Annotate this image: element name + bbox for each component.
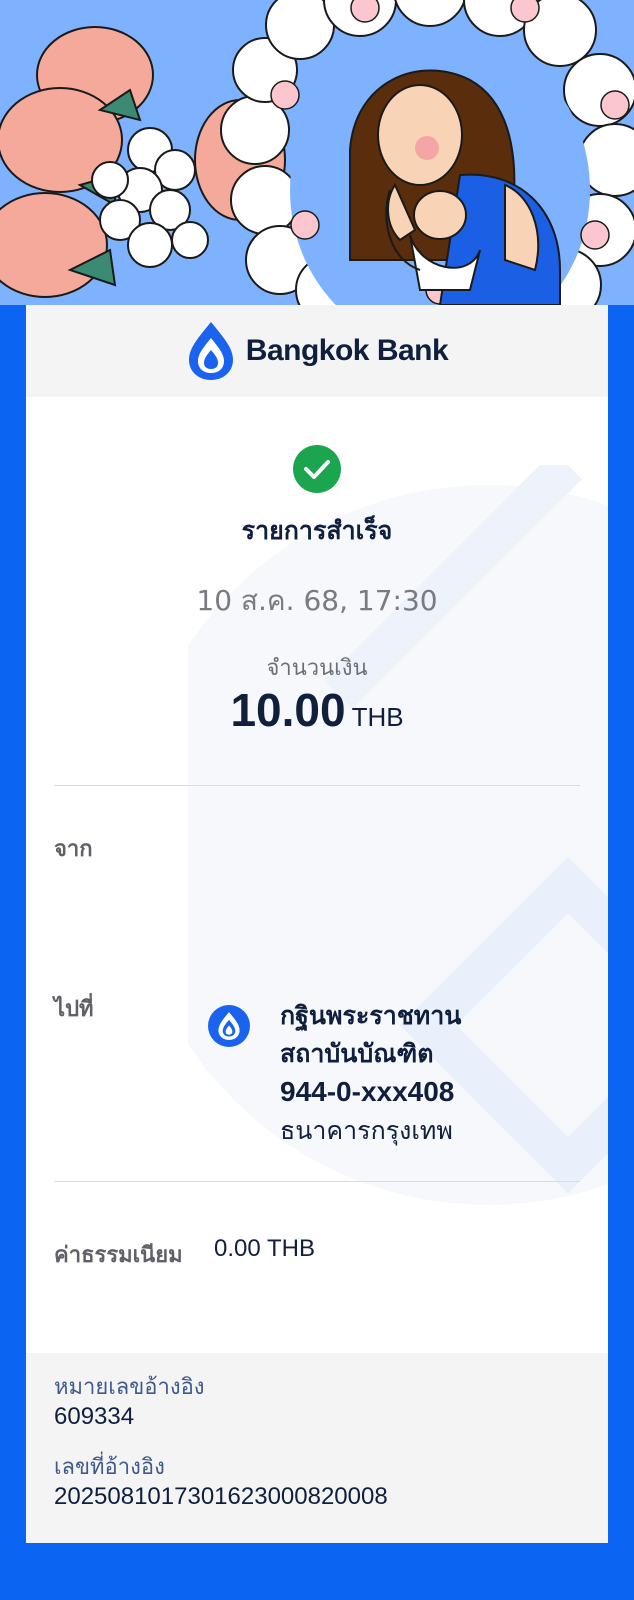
divider xyxy=(54,1181,580,1182)
reference-number-label: หมายเลขอ้างอิง xyxy=(54,1375,205,1400)
transaction-status: รายการสำเร็จ xyxy=(241,516,393,545)
transaction-datetime: 10 ส.ค. 68, 17:30 xyxy=(196,584,438,617)
receipt-card: Bangkok Bank รายการสำเร็จ 10 ส.ค. 68, 17… xyxy=(26,305,608,1543)
brand-header: Bangkok Bank xyxy=(26,305,608,397)
recipient-account: 944-0-xxx408 xyxy=(280,1076,455,1107)
reference-number-value: 609334 xyxy=(54,1403,135,1430)
success-check-icon xyxy=(293,445,341,493)
reference-section: หมายเลขอ้างอิง 609334 เลขที่อ้างอิง 2025… xyxy=(26,1353,608,1543)
recipient-name-line1: กฐินพระราชทาน xyxy=(280,1001,462,1030)
mother-and-baby-illustration xyxy=(0,0,634,305)
bangkok-bank-logo-icon xyxy=(188,322,233,380)
to-label: ไปที่ xyxy=(54,997,94,1022)
fee-value: 0.00 THB xyxy=(214,1235,315,1262)
recipient-bank: ธนาคารกรุงเทพ xyxy=(280,1116,453,1145)
amount-currency: THB xyxy=(351,702,404,732)
recipient-details: กฐินพระราชทาน สถาบันบัณฑิต 944-0-xxx408 … xyxy=(280,997,461,1151)
reference-id-value: 2025081017301623000820008 xyxy=(54,1483,388,1510)
bangkok-bank-lotus-icon xyxy=(208,1005,250,1047)
reference-id-label: เลขที่อ้างอิง xyxy=(54,1455,165,1480)
fee-label: ค่าธรรมเนียม xyxy=(54,1243,183,1268)
amount-label: จำนวนเงิน xyxy=(266,656,368,681)
recipient-name-line2: สถาบันบัณฑิต xyxy=(280,1039,434,1068)
amount-value: 10.00 xyxy=(230,684,346,736)
from-label: จาก xyxy=(54,837,93,862)
hero-illustration xyxy=(0,0,634,305)
divider xyxy=(54,785,580,786)
amount-row: 10.00 THB xyxy=(26,683,608,737)
brand-name: Bangkok Bank xyxy=(245,334,449,367)
